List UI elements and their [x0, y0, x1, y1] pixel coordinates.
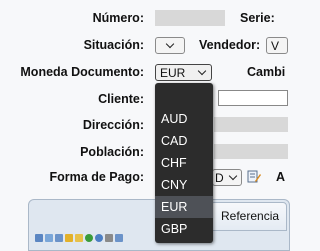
forma-pago-select[interactable]: D	[212, 169, 242, 186]
direccion-field[interactable]	[214, 117, 288, 132]
currency-dropdown-list: AUD CAD CHF CNY EUR GBP	[155, 83, 213, 243]
vendedor-label: Vendedor:	[199, 38, 261, 52]
situacion-label: Situación:	[83, 38, 144, 52]
toolbar-list-icon[interactable]	[115, 234, 123, 242]
chevron-down-icon	[228, 171, 238, 181]
toolbar-info-icon[interactable]	[95, 234, 103, 242]
direccion-label: Dirección:	[82, 118, 144, 132]
poblacion-label: Población:	[80, 145, 144, 159]
currency-option-cny[interactable]: CNY	[155, 174, 213, 196]
toolbar-open-icon[interactable]	[45, 234, 53, 242]
currency-option-gbp[interactable]: GBP	[155, 218, 213, 240]
situacion-select[interactable]	[155, 37, 185, 54]
toolbar-star-icon[interactable]	[65, 234, 73, 242]
forma-pago-label: Forma de Pago:	[49, 170, 144, 184]
numero-label: Número:	[92, 11, 144, 25]
numero-field[interactable]	[155, 10, 225, 26]
moneda-documento-label: Moneda Documento:	[20, 65, 144, 79]
vendedor-select[interactable]: V	[266, 37, 288, 54]
toolbar-copy-icon[interactable]	[55, 234, 63, 242]
currency-option-chf[interactable]: CHF	[155, 152, 213, 174]
edit-icon[interactable]	[247, 169, 261, 184]
moneda-value: EUR	[160, 66, 186, 80]
chevron-down-icon	[165, 39, 175, 49]
poblacion-field[interactable]	[214, 144, 288, 159]
currency-option-aud[interactable]: AUD	[155, 108, 213, 130]
vendedor-value: V	[271, 39, 280, 53]
currency-option-eur[interactable]: EUR	[155, 196, 213, 218]
toolbar-folder-icon[interactable]	[75, 234, 83, 242]
forma-pago-extra-label: A	[276, 170, 286, 184]
tab-referencia-label: Referencia	[221, 209, 280, 223]
chevron-down-icon	[197, 66, 207, 76]
serie-label: Serie:	[240, 11, 275, 25]
toolbar-new-icon[interactable]	[35, 234, 43, 242]
toolbar-tools-icon[interactable]	[105, 234, 113, 242]
currency-option-cad[interactable]: CAD	[155, 130, 213, 152]
moneda-select[interactable]: EUR	[155, 64, 212, 81]
cliente-input[interactable]	[218, 90, 288, 106]
cambio-label: Cambi	[247, 65, 286, 79]
tab-referencia[interactable]: Referencia	[210, 202, 287, 231]
cliente-label: Cliente:	[98, 92, 144, 106]
toolbar-play-icon[interactable]	[85, 234, 93, 242]
forma-pago-value: D	[215, 171, 224, 185]
